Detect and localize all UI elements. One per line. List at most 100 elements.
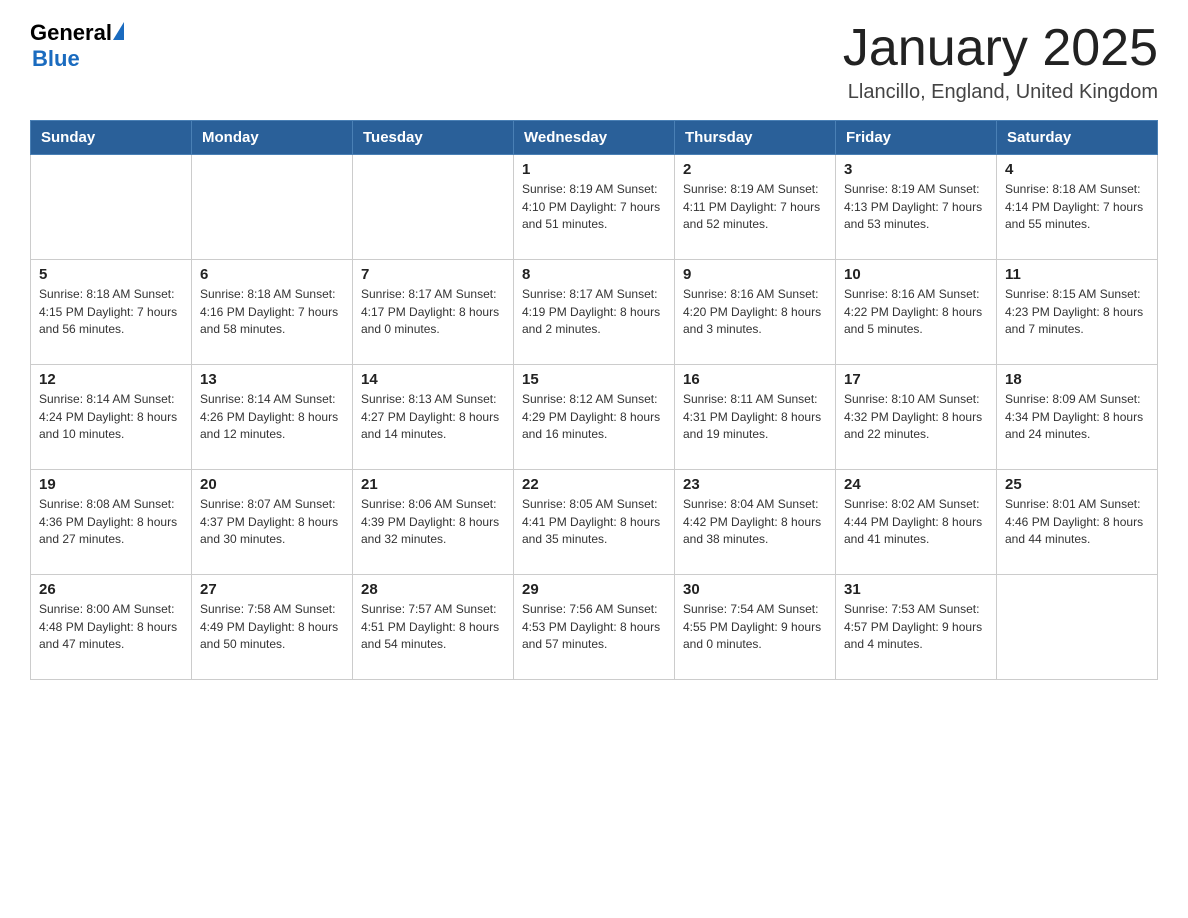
calendar-cell: 19 Sunrise: 8:08 AM Sunset: 4:36 PM Dayli…	[31, 470, 192, 575]
day-info: Sunrise: 7:54 AM Sunset: 4:55 PM Dayligh…	[683, 601, 827, 653]
day-number: 31	[844, 581, 988, 598]
day-number: 18	[1005, 371, 1149, 388]
day-info: Sunrise: 8:19 AM Sunset: 4:10 PM Dayligh…	[522, 181, 666, 233]
calendar-cell: 4Sunrise: 8:18 AM Sunset: 4:14 PM Daylig…	[997, 155, 1158, 260]
calendar-cell: 6Sunrise: 8:18 AM Sunset: 4:16 PM Daylig…	[192, 260, 353, 365]
calendar-cell: 11 Sunrise: 8:15 AM Sunset: 4:23 PM Dayli…	[997, 260, 1158, 365]
weekday-header-saturday: Saturday	[997, 121, 1158, 155]
day-number: 5	[39, 266, 183, 283]
day-info: Sunrise: 8:07 AM Sunset: 4:37 PM Dayligh…	[200, 496, 344, 548]
day-info: Sunrise: 8:12 AM Sunset: 4:29 PM Dayligh…	[522, 391, 666, 443]
title-area: January 2025 Llancillo, England, United …	[843, 20, 1158, 104]
day-number: 16	[683, 371, 827, 388]
calendar-cell: 21 Sunrise: 8:06 AM Sunset: 4:39 PM Dayli…	[353, 470, 514, 575]
calendar-cell: 3 Sunrise: 8:19 AM Sunset: 4:13 PM Daylig…	[836, 155, 997, 260]
day-info: Sunrise: 7:53 AM Sunset: 4:57 PM Dayligh…	[844, 601, 988, 653]
calendar-cell	[31, 155, 192, 260]
calendar-cell: 5 Sunrise: 8:18 AM Sunset: 4:15 PM Daylig…	[31, 260, 192, 365]
day-number: 20	[200, 476, 344, 493]
day-info: Sunrise: 8:08 AM Sunset: 4:36 PM Dayligh…	[39, 496, 183, 548]
day-info: Sunrise: 8:15 AM Sunset: 4:23 PM Dayligh…	[1005, 286, 1149, 338]
weekday-header-wednesday: Wednesday	[514, 121, 675, 155]
calendar-week-4: 19 Sunrise: 8:08 AM Sunset: 4:36 PM Dayli…	[31, 470, 1158, 575]
day-number: 11	[1005, 266, 1149, 283]
day-info: Sunrise: 8:18 AM Sunset: 4:15 PM Dayligh…	[39, 286, 183, 338]
day-number: 4	[1005, 161, 1149, 178]
calendar-cell: 13Sunrise: 8:14 AM Sunset: 4:26 PM Dayli…	[192, 365, 353, 470]
day-number: 22	[522, 476, 666, 493]
calendar-cell: 1Sunrise: 8:19 AM Sunset: 4:10 PM Daylig…	[514, 155, 675, 260]
day-number: 24	[844, 476, 988, 493]
calendar-cell: 9 Sunrise: 8:16 AM Sunset: 4:20 PM Daylig…	[675, 260, 836, 365]
day-info: Sunrise: 8:14 AM Sunset: 4:24 PM Dayligh…	[39, 391, 183, 443]
day-number: 3	[844, 161, 988, 178]
page-header: General Blue January 2025 Llancillo, Eng…	[30, 20, 1158, 104]
day-number: 25	[1005, 476, 1149, 493]
day-number: 9	[683, 266, 827, 283]
day-info: Sunrise: 8:04 AM Sunset: 4:42 PM Dayligh…	[683, 496, 827, 548]
logo-triangle-icon	[113, 22, 124, 40]
day-number: 28	[361, 581, 505, 598]
day-number: 15	[522, 371, 666, 388]
weekday-header-friday: Friday	[836, 121, 997, 155]
calendar-week-5: 26 Sunrise: 8:00 AM Sunset: 4:48 PM Dayli…	[31, 575, 1158, 680]
day-number: 8	[522, 266, 666, 283]
day-number: 13	[200, 371, 344, 388]
calendar-cell: 25 Sunrise: 8:01 AM Sunset: 4:46 PM Dayli…	[997, 470, 1158, 575]
day-info: Sunrise: 8:17 AM Sunset: 4:19 PM Dayligh…	[522, 286, 666, 338]
day-info: Sunrise: 8:11 AM Sunset: 4:31 PM Dayligh…	[683, 391, 827, 443]
day-number: 30	[683, 581, 827, 598]
day-info: Sunrise: 8:19 AM Sunset: 4:13 PM Dayligh…	[844, 181, 988, 233]
weekday-header-tuesday: Tuesday	[353, 121, 514, 155]
day-info: Sunrise: 8:09 AM Sunset: 4:34 PM Dayligh…	[1005, 391, 1149, 443]
day-info: Sunrise: 7:58 AM Sunset: 4:49 PM Dayligh…	[200, 601, 344, 653]
calendar-cell	[997, 575, 1158, 680]
calendar-cell: 15 Sunrise: 8:12 AM Sunset: 4:29 PM Dayli…	[514, 365, 675, 470]
day-number: 6	[200, 266, 344, 283]
day-info: Sunrise: 8:06 AM Sunset: 4:39 PM Dayligh…	[361, 496, 505, 548]
calendar-cell: 28Sunrise: 7:57 AM Sunset: 4:51 PM Dayli…	[353, 575, 514, 680]
calendar-cell: 10 Sunrise: 8:16 AM Sunset: 4:22 PM Dayli…	[836, 260, 997, 365]
day-info: Sunrise: 8:02 AM Sunset: 4:44 PM Dayligh…	[844, 496, 988, 548]
calendar-cell	[353, 155, 514, 260]
calendar-cell: 17 Sunrise: 8:10 AM Sunset: 4:32 PM Dayli…	[836, 365, 997, 470]
weekday-header-sunday: Sunday	[31, 121, 192, 155]
calendar-week-2: 5 Sunrise: 8:18 AM Sunset: 4:15 PM Daylig…	[31, 260, 1158, 365]
day-info: Sunrise: 8:17 AM Sunset: 4:17 PM Dayligh…	[361, 286, 505, 338]
day-info: Sunrise: 8:16 AM Sunset: 4:20 PM Dayligh…	[683, 286, 827, 338]
calendar-cell: 22Sunrise: 8:05 AM Sunset: 4:41 PM Dayli…	[514, 470, 675, 575]
logo-general: General	[30, 20, 112, 46]
calendar-cell: 7 Sunrise: 8:17 AM Sunset: 4:17 PM Daylig…	[353, 260, 514, 365]
day-info: Sunrise: 7:56 AM Sunset: 4:53 PM Dayligh…	[522, 601, 666, 653]
month-title: January 2025	[843, 20, 1158, 77]
calendar-cell: 18 Sunrise: 8:09 AM Sunset: 4:34 PM Dayli…	[997, 365, 1158, 470]
day-info: Sunrise: 8:16 AM Sunset: 4:22 PM Dayligh…	[844, 286, 988, 338]
calendar-cell: 14Sunrise: 8:13 AM Sunset: 4:27 PM Dayli…	[353, 365, 514, 470]
location: Llancillo, England, United Kingdom	[843, 81, 1158, 104]
calendar-cell: 24 Sunrise: 8:02 AM Sunset: 4:44 PM Dayli…	[836, 470, 997, 575]
calendar-cell: 27Sunrise: 7:58 AM Sunset: 4:49 PM Dayli…	[192, 575, 353, 680]
calendar-header-row: SundayMondayTuesdayWednesdayThursdayFrid…	[31, 121, 1158, 155]
calendar-cell: 12 Sunrise: 8:14 AM Sunset: 4:24 PM Dayli…	[31, 365, 192, 470]
day-number: 23	[683, 476, 827, 493]
calendar-cell: 8 Sunrise: 8:17 AM Sunset: 4:19 PM Daylig…	[514, 260, 675, 365]
day-info: Sunrise: 8:10 AM Sunset: 4:32 PM Dayligh…	[844, 391, 988, 443]
day-number: 19	[39, 476, 183, 493]
calendar-cell: 16 Sunrise: 8:11 AM Sunset: 4:31 PM Dayli…	[675, 365, 836, 470]
calendar-cell: 20 Sunrise: 8:07 AM Sunset: 4:37 PM Dayli…	[192, 470, 353, 575]
day-info: Sunrise: 8:00 AM Sunset: 4:48 PM Dayligh…	[39, 601, 183, 653]
day-info: Sunrise: 8:01 AM Sunset: 4:46 PM Dayligh…	[1005, 496, 1149, 548]
day-number: 21	[361, 476, 505, 493]
day-number: 12	[39, 371, 183, 388]
day-info: Sunrise: 8:13 AM Sunset: 4:27 PM Dayligh…	[361, 391, 505, 443]
day-number: 2	[683, 161, 827, 178]
day-number: 7	[361, 266, 505, 283]
calendar-cell: 2Sunrise: 8:19 AM Sunset: 4:11 PM Daylig…	[675, 155, 836, 260]
calendar-cell: 31 Sunrise: 7:53 AM Sunset: 4:57 PM Dayli…	[836, 575, 997, 680]
day-number: 10	[844, 266, 988, 283]
calendar-cell: 23 Sunrise: 8:04 AM Sunset: 4:42 PM Dayli…	[675, 470, 836, 575]
day-number: 17	[844, 371, 988, 388]
day-number: 26	[39, 581, 183, 598]
logo: General Blue	[30, 20, 124, 72]
weekday-header-thursday: Thursday	[675, 121, 836, 155]
